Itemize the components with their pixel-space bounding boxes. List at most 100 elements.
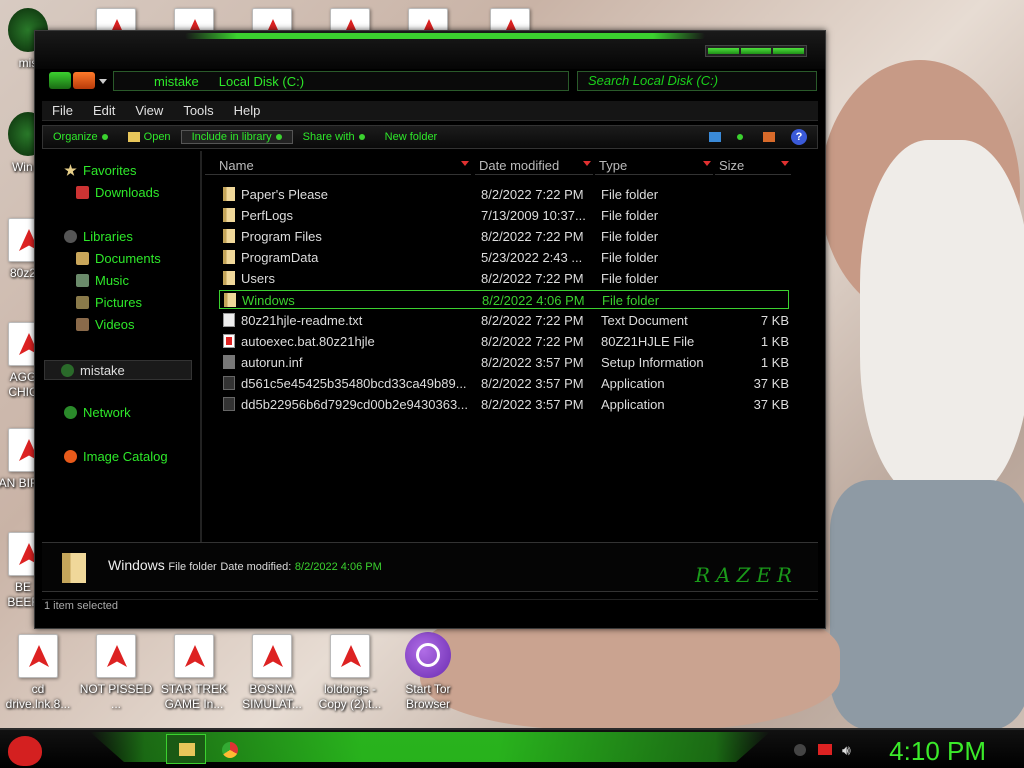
pdf-icon [18,634,58,678]
folder-icon [224,293,236,307]
menu-view[interactable]: View [125,101,173,120]
menu-help[interactable]: Help [224,101,271,120]
nav-network[interactable]: Network [64,405,131,420]
file-name: Windows [242,293,295,308]
column-header-name[interactable]: Name [205,157,471,175]
file-row[interactable]: autoexec.bat.80z21hjle 8/2/2022 7:22 PM 80… [219,332,789,351]
file-row[interactable]: Program Files 8/2/2022 7:22 PM File folder [219,227,789,246]
view-dropdown-icon[interactable] [737,134,743,140]
forward-button[interactable] [73,72,95,89]
nav-favorites[interactable]: Favorites [64,163,136,178]
title-bar[interactable] [35,31,825,69]
share-with-button[interactable]: Share with [293,131,375,143]
file-date: 8/2/2022 7:22 PM [481,271,584,286]
sort-dropdown-icon[interactable] [583,161,591,166]
image-catalog-icon [64,450,77,463]
organize-button[interactable]: Organize [43,131,118,143]
maximize-button[interactable] [740,48,772,54]
back-button[interactable] [49,72,71,89]
tray-flag-icon[interactable] [818,744,832,755]
desktop-icon[interactable]: STAR TREK GAME In... [156,634,232,712]
background-blanket [830,480,1024,730]
close-button[interactable] [773,48,805,54]
file-row[interactable]: PerfLogs 7/13/2009 10:37... File folder [219,206,789,225]
column-header-type[interactable]: Type [595,157,713,175]
pdf-icon[interactable] [252,8,292,32]
pdf-icon[interactable] [174,8,214,32]
file-row[interactable]: Windows 8/2/2022 4:06 PM File folder [219,290,789,309]
file-row[interactable]: ProgramData 5/23/2022 2:43 ... File folder [219,248,789,267]
search-input[interactable]: Search Local Disk (C:) [577,71,817,91]
desktop-icon[interactable]: NOT PISSED ... [78,634,154,712]
start-button[interactable] [8,732,46,768]
file-row[interactable]: d561c5e45425b35480bcd33ca49b89... 8/2/202… [219,374,789,393]
address-crumb[interactable]: mistake [154,74,199,89]
nav-downloads[interactable]: Downloads [76,185,159,200]
preview-pane-icon[interactable] [763,132,775,142]
pictures-icon [76,296,89,309]
sort-dropdown-icon[interactable] [781,161,789,166]
desktop-icon[interactable]: loldongs - Copy (2).t... [312,634,388,712]
view-options-icon[interactable] [709,132,721,142]
file-type: Text Document [601,313,688,328]
pdf-icon[interactable] [408,8,448,32]
new-folder-button[interactable]: New folder [375,131,448,143]
angry-bird-icon [8,736,42,766]
help-icon[interactable]: ? [791,129,807,145]
pdf-icon[interactable] [490,8,530,32]
nav-music[interactable]: Music [76,273,129,288]
file-row[interactable]: autorun.inf 8/2/2022 3:57 PM Setup Informa… [219,353,789,372]
file-type: File folder [601,250,659,265]
recent-pages-dropdown-icon[interactable] [99,79,107,84]
nav-libraries[interactable]: Libraries [64,229,133,244]
dropdown-icon [101,134,108,140]
file-type: Application [601,397,665,412]
file-row[interactable]: dd5b22956b6d7929cd00b2e9430363... 8/2/202… [219,395,789,414]
pdf-icon[interactable] [96,8,136,32]
folder-icon [223,208,235,222]
desktop-icon[interactable]: Start Tor Browser [390,632,466,712]
nav-image-catalog[interactable]: Image Catalog [64,449,168,464]
column-header-date[interactable]: Date modified [475,157,593,175]
menu-file[interactable]: File [42,101,83,120]
explorer-window: mistake Local Disk (C:) Search Local Dis… [34,30,826,629]
include-in-library-button[interactable]: Include in library [180,130,293,144]
file-type: Application [601,376,665,391]
folder-icon [223,271,235,285]
file-type: File folder [602,293,660,308]
volume-icon[interactable]: 🔊︎ [842,742,851,759]
menu-tools[interactable]: Tools [173,101,223,120]
tray-expand-icon[interactable] [794,744,806,756]
clock[interactable]: 4:10 PM [889,736,986,767]
column-header-size[interactable]: Size [715,157,791,175]
file-row[interactable]: Users 8/2/2022 7:22 PM File folder [219,269,789,288]
nav-videos[interactable]: Videos [76,317,135,332]
open-button[interactable]: Open [118,131,181,143]
inf-icon [223,355,235,369]
desktop-icon[interactable]: BOSNIA SIMULAT... [234,634,310,712]
file-name: Program Files [241,229,322,244]
menu-edit[interactable]: Edit [83,101,125,120]
file-date: 8/2/2022 4:06 PM [482,293,585,308]
videos-icon [76,318,89,331]
nav-pictures[interactable]: Pictures [76,295,142,310]
sort-dropdown-icon[interactable] [703,161,711,166]
taskbar-explorer-button[interactable] [166,734,206,764]
sort-dropdown-icon[interactable] [461,161,469,166]
address-crumb[interactable]: Local Disk (C:) [219,74,304,89]
pdf-icon [96,634,136,678]
file-date: 8/2/2022 3:57 PM [481,397,584,412]
desktop-icon[interactable]: cd drive.lnk.8... [0,634,76,712]
nav-documents[interactable]: Documents [76,251,161,266]
folder-icon [223,250,235,264]
file-row[interactable]: 80z21hjle-readme.txt 8/2/2022 7:22 PM Text… [219,311,789,330]
libraries-icon [64,230,77,243]
nav-computer[interactable]: mistake [44,360,192,380]
pdf-icon[interactable] [330,8,370,32]
taskbar-chrome-button[interactable] [222,742,238,758]
details-pane: Windows File folder Date modified: 8/2/2… [42,542,818,592]
file-row[interactable]: Paper's Please 8/2/2022 7:22 PM File folde… [219,185,789,204]
file-type: 80Z21HJLE File [601,334,695,349]
address-bar[interactable]: mistake Local Disk (C:) [113,71,569,91]
minimize-button[interactable] [708,48,739,54]
